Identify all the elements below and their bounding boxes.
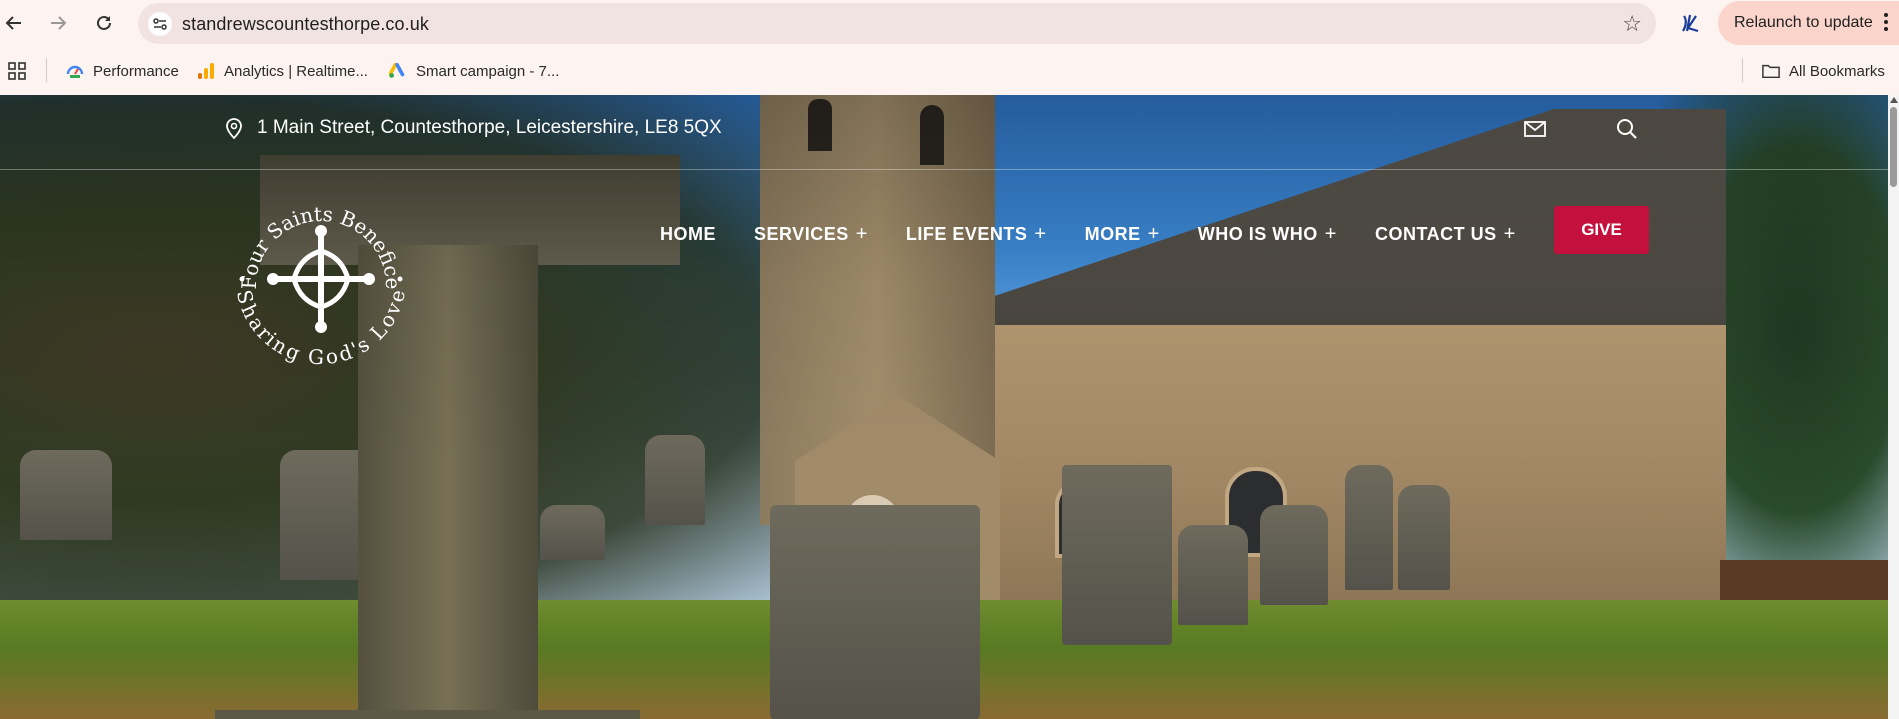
expand-plus-icon: + bbox=[1034, 222, 1047, 245]
nav-label: CONTACT US bbox=[1374, 223, 1497, 244]
bookmark-separator bbox=[46, 58, 47, 82]
site-info-icon[interactable] bbox=[148, 12, 172, 36]
page-scrollbar[interactable] bbox=[1888, 95, 1899, 719]
logo-cross-icon bbox=[273, 231, 369, 327]
apps-grid-icon bbox=[8, 62, 26, 80]
bookmark-smart-campaign[interactable]: Smart campaign - 7... bbox=[389, 59, 559, 83]
search-icon[interactable] bbox=[1616, 118, 1638, 140]
google-ads-icon bbox=[389, 62, 407, 80]
site-logo[interactable]: Four Saints Benefice Sharing God's Love bbox=[232, 191, 410, 369]
scrollbar-thumb[interactable] bbox=[1890, 107, 1897, 187]
browser-toolbar: standrewscountesthorpe.co.uk ☆ Relaunch … bbox=[0, 0, 1899, 46]
folder-icon bbox=[1762, 62, 1780, 80]
forward-arrow-icon bbox=[51, 16, 67, 30]
nav-label: MORE bbox=[1084, 223, 1141, 244]
nav-contact-us[interactable]: CONTACT US + bbox=[1375, 223, 1516, 246]
analytics-icon bbox=[197, 62, 215, 80]
relaunch-label: Relaunch to update bbox=[1734, 14, 1873, 31]
bookmark-performance[interactable]: Performance bbox=[66, 59, 179, 83]
mail-icon[interactable] bbox=[1524, 121, 1546, 137]
nav-home[interactable]: HOME bbox=[660, 224, 716, 245]
nav-more[interactable]: MORE + bbox=[1085, 223, 1160, 246]
nav-who-is-who[interactable]: WHO IS WHO + bbox=[1198, 223, 1337, 246]
bookmark-label: Performance bbox=[93, 62, 179, 80]
all-bookmarks-button[interactable]: All Bookmarks bbox=[1762, 59, 1885, 83]
nav-label: HOME bbox=[660, 223, 716, 244]
nav-services[interactable]: SERVICES + bbox=[754, 223, 868, 246]
bookmark-label: Smart campaign - 7... bbox=[416, 62, 560, 80]
forward-button[interactable] bbox=[44, 9, 72, 37]
url-text[interactable]: standrewscountesthorpe.co.uk bbox=[182, 14, 429, 35]
expand-plus-icon: + bbox=[1503, 222, 1516, 245]
back-arrow-icon bbox=[5, 16, 21, 30]
relaunch-button[interactable]: Relaunch to update bbox=[1718, 1, 1899, 45]
bookmark-label: Analytics | Realtime... bbox=[224, 62, 368, 80]
reload-button[interactable] bbox=[90, 9, 118, 37]
all-bookmarks-label: All Bookmarks bbox=[1789, 62, 1885, 80]
extension-icon[interactable] bbox=[1677, 9, 1705, 37]
main-navigation: HOME SERVICES + LIFE EVENTS + MORE + WHO… bbox=[660, 214, 1554, 254]
site-topbar: 1 Main Street, Countesthorpe, Leicesters… bbox=[0, 95, 1888, 170]
bookmark-separator bbox=[1742, 58, 1743, 82]
bookmarks-bar: Performance Analytics | Realtime... Smar… bbox=[0, 46, 1899, 95]
reload-icon bbox=[97, 15, 111, 30]
scroll-up-arrow-icon[interactable] bbox=[1890, 97, 1898, 103]
church-address: 1 Main Street, Countesthorpe, Leicesters… bbox=[225, 117, 722, 139]
nav-label: SERVICES bbox=[754, 223, 849, 244]
nav-life-events[interactable]: LIFE EVENTS + bbox=[906, 223, 1047, 246]
apps-button[interactable] bbox=[8, 59, 26, 83]
performance-icon bbox=[66, 62, 84, 80]
back-button[interactable] bbox=[0, 9, 28, 37]
more-menu-icon[interactable] bbox=[1883, 11, 1889, 35]
address-text: 1 Main Street, Countesthorpe, Leicesters… bbox=[257, 117, 722, 138]
give-button[interactable]: GIVE bbox=[1554, 206, 1649, 254]
page-viewport: 1 Main Street, Countesthorpe, Leicesters… bbox=[0, 95, 1888, 719]
expand-plus-icon: + bbox=[1147, 222, 1160, 245]
location-pin-icon bbox=[226, 118, 242, 139]
address-bar[interactable]: standrewscountesthorpe.co.uk ☆ bbox=[138, 3, 1656, 44]
nav-label: LIFE EVENTS bbox=[905, 223, 1028, 244]
nav-label: WHO IS WHO bbox=[1197, 223, 1318, 244]
bookmark-analytics[interactable]: Analytics | Realtime... bbox=[197, 59, 368, 83]
expand-plus-icon: + bbox=[1324, 222, 1337, 245]
bookmark-star-icon[interactable]: ☆ bbox=[1622, 11, 1642, 37]
hero-image bbox=[0, 95, 1888, 719]
expand-plus-icon: + bbox=[855, 222, 868, 245]
